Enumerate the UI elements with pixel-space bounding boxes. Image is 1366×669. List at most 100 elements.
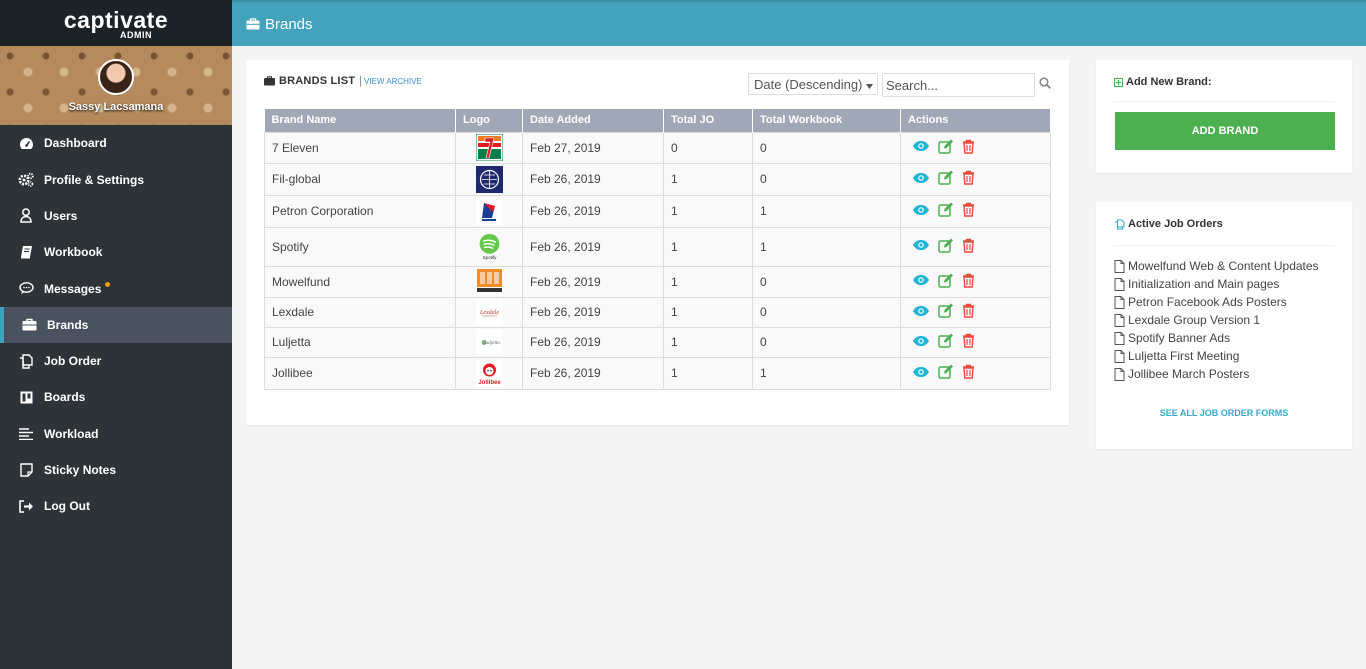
sidebar-item-job-order[interactable]: Job Order: [0, 343, 232, 379]
sidebar-item-label: Boards: [44, 390, 86, 405]
search-icon[interactable]: [1039, 77, 1051, 92]
brand-name: Spotify: [264, 226, 456, 267]
sidebar-item-workbook[interactable]: Workbook: [0, 234, 232, 270]
sidebar-item-boards[interactable]: Boards: [0, 379, 232, 415]
delete-icon[interactable]: [962, 170, 975, 188]
copy-icon: [18, 353, 34, 369]
edit-icon[interactable]: [938, 333, 954, 351]
fil-global-logo: [475, 165, 503, 193]
delete-icon[interactable]: [962, 364, 975, 382]
sidebar-item-messages[interactable]: Messages: [0, 270, 232, 306]
sidebar: captivate ADMIN Sassy Lacsamana Dashboar…: [0, 0, 232, 669]
edit-icon[interactable]: [938, 303, 954, 321]
total-jo: 1: [663, 356, 753, 390]
row-actions: [900, 326, 1051, 358]
edit-icon[interactable]: [938, 364, 954, 382]
edit-icon[interactable]: [938, 139, 954, 157]
sidebar-item-profile-settings[interactable]: Profile & Settings: [0, 162, 232, 198]
row-actions: [900, 194, 1051, 228]
active-job-orders-panel: Active Job Orders Mowelfund Web & Conten…: [1096, 202, 1352, 449]
total-jo: 1: [663, 226, 753, 267]
view-icon[interactable]: [912, 274, 930, 289]
dashboard-icon: [18, 135, 34, 151]
page-header: Brands: [232, 0, 1366, 46]
total-workbook: 0: [752, 131, 901, 164]
delete-icon[interactable]: [962, 303, 975, 321]
sidebar-item-label: Job Order: [44, 354, 102, 369]
job-order-item[interactable]: Petron Facebook Ads Posters: [1114, 293, 1319, 311]
file-icon: [1114, 295, 1128, 309]
job-order-list: Mowelfund Web & Content Updates Initializ…: [1114, 257, 1319, 383]
sidebar-item-dashboard[interactable]: Dashboard: [0, 125, 232, 162]
brand-logo-cell: Lexdale: [455, 296, 523, 328]
column-header[interactable]: Total JO: [663, 109, 753, 132]
edit-icon[interactable]: [938, 202, 954, 220]
sort-select[interactable]: Date (Descending): [748, 73, 878, 95]
file-icon: [1114, 367, 1128, 381]
view-icon[interactable]: [912, 366, 930, 381]
add-brand-title: Add New Brand:: [1126, 76, 1212, 88]
table-header-row: Brand Name Logo Date Added Total JO Tota…: [264, 109, 1051, 132]
total-jo: 0: [663, 131, 753, 164]
petron-logo: [475, 197, 503, 225]
date-added: Feb 26, 2019: [522, 296, 664, 328]
job-order-item[interactable]: Spotify Banner Ads: [1114, 329, 1319, 347]
file-icon: [1114, 313, 1128, 327]
search-input[interactable]: [882, 73, 1035, 97]
avatar[interactable]: [98, 59, 134, 95]
job-order-item[interactable]: Initialization and Main pages: [1114, 275, 1319, 293]
view-icon[interactable]: [912, 140, 930, 155]
column-header[interactable]: Brand Name: [264, 109, 456, 132]
brands-table: Brand Name Logo Date Added Total JO Tota…: [264, 109, 1051, 390]
note-icon: [18, 462, 34, 478]
delete-icon[interactable]: [962, 273, 975, 291]
sidebar-item-label: Profile & Settings: [44, 172, 145, 187]
job-order-item[interactable]: Jollibee March Posters: [1114, 365, 1319, 383]
divider: [1114, 101, 1334, 102]
sidebar-item-users[interactable]: Users: [0, 198, 232, 234]
total-jo: 1: [663, 326, 753, 358]
job-order-item[interactable]: Mowelfund Web & Content Updates: [1114, 257, 1319, 275]
add-brand-panel: Add New Brand: ADD BRAND: [1096, 60, 1352, 173]
sidebar-item-label: Messages: [44, 281, 102, 296]
sidebar-item-workload[interactable]: Workload: [0, 416, 232, 452]
app-logo[interactable]: captivate ADMIN: [0, 0, 232, 46]
row-actions: [900, 356, 1051, 390]
view-icon[interactable]: [912, 204, 930, 219]
add-brand-button[interactable]: ADD BRAND: [1115, 112, 1335, 150]
job-order-item[interactable]: Lexdale Group Version 1: [1114, 311, 1319, 329]
add-brand-header: Add New Brand:: [1114, 76, 1212, 88]
job-orders-header: Active Job Orders: [1114, 218, 1223, 230]
edit-icon[interactable]: [938, 273, 954, 291]
view-archive-link[interactable]: VIEW ARCHIVE: [364, 77, 422, 86]
sidebar-item-log-out[interactable]: Log Out: [0, 488, 232, 524]
job-order-item[interactable]: Luljetta First Meeting: [1114, 347, 1319, 365]
view-icon[interactable]: [912, 305, 930, 320]
edit-icon[interactable]: [938, 238, 954, 256]
brands-list-panel: BRANDS LIST | VIEW ARCHIVE Date (Descend…: [246, 60, 1069, 425]
caret-down-icon: [866, 77, 873, 92]
brand-logo-cell: [455, 265, 523, 298]
view-icon[interactable]: [912, 239, 930, 254]
column-header[interactable]: Actions: [900, 109, 1051, 132]
sidebar-item-label: Workload: [44, 426, 99, 441]
edit-icon[interactable]: [938, 170, 954, 188]
column-header[interactable]: Logo: [455, 109, 523, 132]
total-jo: 1: [663, 162, 753, 196]
delete-icon[interactable]: [962, 139, 975, 157]
see-all-job-orders-link[interactable]: SEE ALL JOB ORDER FORMS: [1096, 408, 1352, 418]
job-orders-title: Active Job Orders: [1128, 218, 1223, 230]
delete-icon[interactable]: [962, 333, 975, 351]
delete-icon[interactable]: [962, 238, 975, 256]
sidebar-item-label: Sticky Notes: [44, 463, 117, 478]
delete-icon[interactable]: [962, 202, 975, 220]
view-icon[interactable]: [912, 172, 930, 187]
sidebar-item-sticky-notes[interactable]: Sticky Notes: [0, 452, 232, 488]
view-icon[interactable]: [912, 335, 930, 350]
column-header[interactable]: Total Workbook: [752, 109, 901, 132]
sidebar-item-brands[interactable]: Brands: [0, 306, 232, 344]
book-icon: [18, 244, 34, 260]
date-added: Feb 27, 2019: [522, 131, 664, 164]
total-workbook: 1: [752, 226, 901, 267]
column-header[interactable]: Date Added: [522, 109, 664, 132]
